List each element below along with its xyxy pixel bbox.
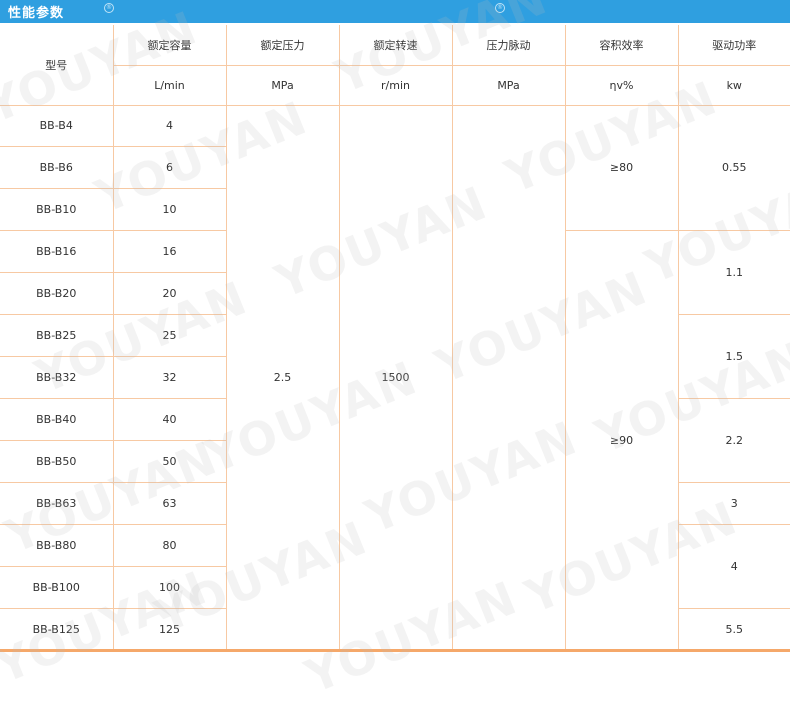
model-cell: BB-B6 — [0, 146, 114, 190]
flow-cell: 63 — [112, 482, 227, 526]
header-pressure: 额定压力 — [225, 25, 340, 66]
bottom-divider — [0, 649, 790, 652]
model-cell: BB-B20 — [0, 272, 114, 316]
performance-table: 型号 额定容量 额定压力 额定转速 压力脉动 容积效率 驱动功率 L/min M… — [0, 25, 790, 652]
model-cell: BB-B125 — [0, 607, 114, 652]
model-cell: BB-B25 — [0, 314, 114, 358]
flow-cell: 4 — [112, 104, 227, 148]
model-cell: BB-B4 — [0, 104, 114, 148]
table-row: BB-B4 4 2.5 1500 ≥80 0.55 — [0, 104, 790, 651]
header-power: 驱动功率 — [677, 25, 790, 66]
model-cell: BB-B80 — [0, 524, 114, 567]
power-cell: 2.2 — [677, 398, 790, 484]
flow-cell: 6 — [112, 146, 226, 190]
flow-cell: 32 — [112, 356, 226, 400]
power-cell: 5.5 — [677, 607, 790, 652]
model-cell: BB-B50 — [0, 440, 114, 484]
model-cell: BB-B63 — [0, 482, 114, 526]
model-cell: BB-B16 — [0, 230, 114, 274]
flow-cell: 50 — [112, 440, 226, 484]
power-cell: 3 — [677, 482, 790, 526]
model-cell: BB-B10 — [0, 188, 114, 232]
flow-cell: 40 — [112, 398, 227, 442]
section-title: 性能参数 — [8, 6, 65, 21]
registered-mark-icon: ® — [495, 3, 505, 13]
power-cell: 4 — [677, 524, 790, 609]
model-cell: BB-B100 — [0, 565, 114, 609]
pulse-cell — [451, 104, 566, 651]
unit-speed: r/min — [338, 64, 453, 106]
flow-cell: 125 — [112, 607, 227, 652]
unit-flow: L/min — [113, 64, 227, 106]
unit-efficiency: ηv% — [564, 64, 679, 106]
header-efficiency: 容积效率 — [564, 25, 679, 66]
unit-pressure: MPa — [225, 64, 340, 106]
power-cell: 1.1 — [677, 230, 790, 316]
header-flow: 额定容量 — [112, 25, 227, 66]
flow-cell: 10 — [112, 188, 226, 232]
efficiency-cell: ≥90 — [564, 230, 679, 651]
power-cell: 1.5 — [677, 314, 790, 400]
flow-cell: 25 — [112, 314, 227, 358]
flow-cell: 16 — [112, 230, 227, 274]
flow-cell: 20 — [112, 272, 226, 316]
model-cell: BB-B32 — [0, 356, 114, 400]
power-cell: 0.55 — [677, 104, 790, 232]
pressure-cell: 2.5 — [225, 104, 340, 651]
header-row: 型号 额定容量 额定压力 额定转速 压力脉动 容积效率 驱动功率 — [0, 25, 790, 106]
header-pulse: 压力脉动 — [451, 25, 566, 66]
flow-cell: 80 — [112, 524, 227, 567]
model-cell: BB-B40 — [0, 398, 114, 442]
efficiency-cell: ≥80 — [564, 104, 679, 232]
flow-cell: 100 — [112, 565, 226, 609]
speed-cell: 1500 — [338, 104, 453, 651]
unit-pulse: MPa — [451, 64, 566, 106]
registered-mark-icon: ® — [104, 3, 114, 13]
header-model: 型号 — [0, 25, 114, 106]
unit-row: L/min MPa r/min MPa ηv% kw — [0, 64, 790, 106]
section-title-bar: 性能参数 ® ® — [0, 0, 790, 23]
unit-power: kw — [677, 64, 790, 106]
header-speed: 额定转速 — [338, 25, 453, 66]
